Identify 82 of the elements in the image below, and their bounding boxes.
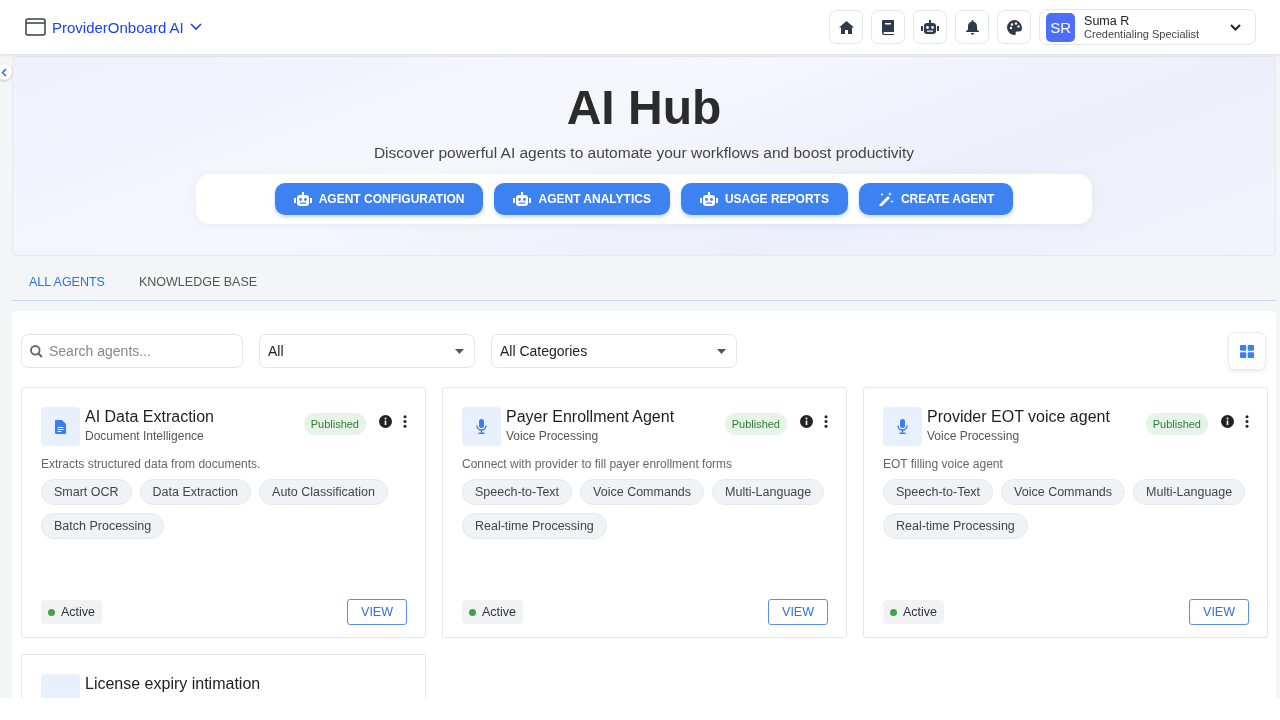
window-icon — [25, 18, 46, 36]
palette-button[interactable] — [997, 10, 1032, 44]
action-button[interactable]: AGENT ANALYTICS — [494, 183, 670, 215]
app-title: ProviderOnboard AI — [52, 18, 184, 36]
chevron-down-icon — [189, 23, 202, 31]
feature-tag: Voice Commands — [1001, 479, 1126, 505]
agent-category: Voice Processing — [927, 429, 1021, 443]
feature-tag: Smart OCR — [41, 479, 132, 505]
document-icon — [55, 419, 66, 434]
action-button[interactable]: AGENT CONFIGURATION — [274, 183, 484, 215]
agent-category: Voice Processing — [506, 429, 600, 443]
search-box[interactable]: Search agents... — [21, 334, 243, 368]
more-options-icon[interactable] — [403, 415, 407, 428]
robot-icon — [699, 192, 718, 206]
more-options-icon[interactable] — [824, 415, 828, 428]
robot-icon — [513, 192, 532, 206]
book-button[interactable] — [871, 10, 906, 44]
magic-wand-icon — [877, 192, 894, 206]
view-button[interactable]: VIEW — [347, 599, 407, 625]
microphone-icon — [476, 419, 487, 434]
bell-button[interactable] — [955, 10, 990, 44]
action-button[interactable]: USAGE REPORTS — [680, 183, 848, 215]
grid-icon — [1240, 344, 1254, 358]
user-avatar: SR — [1046, 12, 1076, 42]
feature-tag: Multi-Language — [712, 479, 825, 505]
status-chip: Active — [41, 600, 103, 624]
info-icon[interactable] — [1221, 415, 1234, 428]
feature-tag: Batch Processing — [41, 513, 165, 539]
agent-name: AI Data Extraction — [85, 408, 215, 426]
agent-description: Connect with provider to fill payer enrollment forms — [462, 457, 734, 471]
agent-name: Payer Enrollment Agent — [506, 408, 676, 426]
user-role: Credentialing Specialist — [1084, 28, 1199, 40]
published-badge: Published — [1145, 413, 1208, 435]
chevron-down-icon — [1230, 23, 1241, 31]
page-subtitle: Discover powerful AI agents to automate your workflows and boost productivity — [373, 144, 915, 162]
feature-tag: Data Extraction — [139, 479, 252, 505]
microphone-icon — [897, 419, 908, 434]
search-icon — [30, 344, 43, 358]
agent-category: Document Intelligence — [85, 429, 205, 443]
agent-description: EOT filling voice agent — [883, 457, 1004, 471]
home-button[interactable] — [829, 10, 864, 44]
feature-tag: Multi-Language — [1133, 479, 1246, 505]
feature-tag: Speech-to-Text — [462, 479, 573, 505]
agent-name: Provider EOT voice agent — [927, 408, 1111, 426]
feature-tag: Voice Commands — [580, 479, 705, 505]
page-title: AI Hub — [566, 80, 722, 136]
feature-tag: Real-time Processing — [883, 513, 1028, 539]
agent-name: License expiry intimation — [85, 675, 262, 693]
chevron-left-icon — [1, 67, 7, 77]
home-icon — [838, 20, 854, 34]
book-icon — [882, 19, 895, 35]
grid-view-button[interactable] — [1228, 332, 1266, 370]
robot-icon — [921, 20, 940, 34]
caret-icon — [455, 348, 464, 354]
tab[interactable]: KNOWLEDGE BASE — [121, 269, 275, 295]
info-icon[interactable] — [379, 415, 392, 428]
app-switcher[interactable]: ProviderOnboard AI — [25, 18, 202, 36]
feature-tag: Real-time Processing — [462, 513, 607, 539]
view-button[interactable]: VIEW — [768, 599, 828, 625]
bell-icon — [965, 19, 979, 35]
collapse-sidebar-button[interactable] — [0, 64, 12, 80]
published-badge: Published — [303, 413, 366, 435]
palette-icon — [1006, 19, 1022, 35]
feature-tag: Auto Classification — [259, 479, 388, 505]
published-badge: Published — [724, 413, 787, 435]
status-chip: Active — [462, 600, 524, 624]
category-dropdown[interactable]: All Categories — [491, 334, 737, 368]
create-button[interactable]: CREATE AGENT — [858, 183, 1014, 215]
view-button[interactable]: VIEW — [1189, 599, 1249, 625]
more-options-icon[interactable] — [1245, 415, 1249, 428]
tab[interactable]: ALL AGENTS — [12, 269, 122, 295]
agents-button[interactable] — [913, 10, 948, 44]
caret-icon — [717, 348, 726, 354]
search-field[interactable]: Search agents... — [49, 343, 229, 359]
status-dropdown[interactable]: All — [259, 334, 475, 368]
user-name: Suma R — [1084, 14, 1131, 28]
status-chip: Active — [883, 600, 945, 624]
robot-icon — [293, 192, 312, 206]
info-icon[interactable] — [800, 415, 813, 428]
feature-tag: Speech-to-Text — [883, 479, 994, 505]
user-menu[interactable]: SR Suma R Credentialing Specialist — [1039, 9, 1256, 45]
agent-description: Extracts structured data from documents. — [41, 457, 262, 471]
